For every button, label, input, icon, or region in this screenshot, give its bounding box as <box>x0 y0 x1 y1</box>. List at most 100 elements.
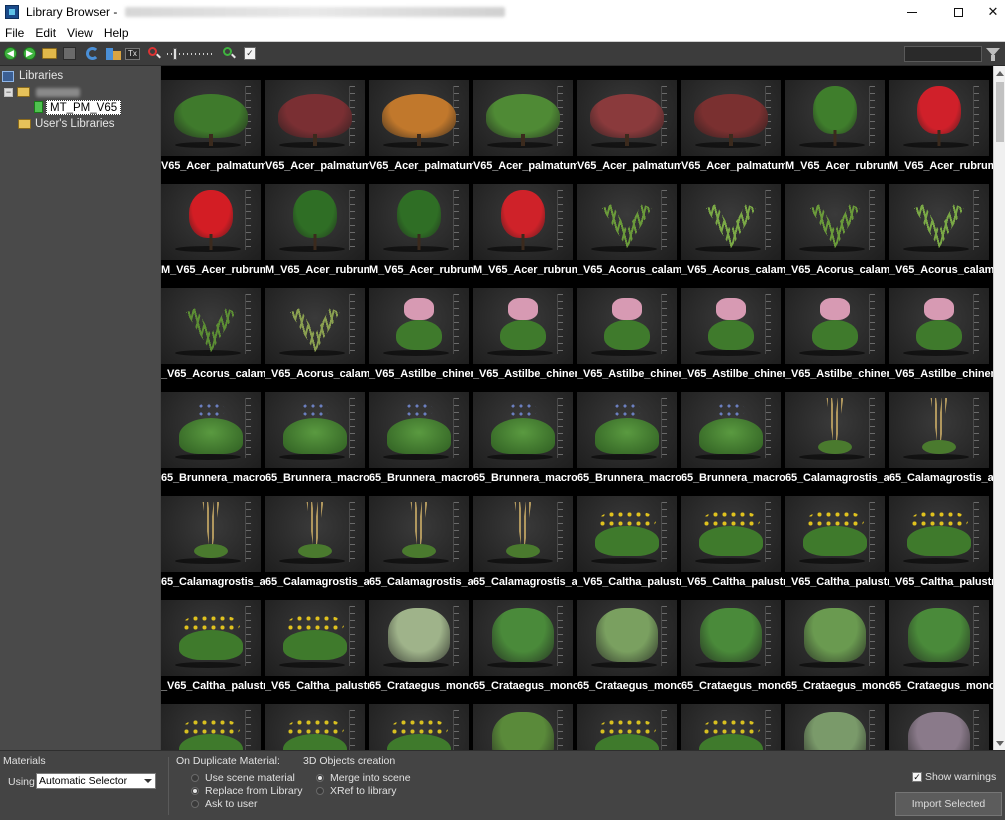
thumbnail-item[interactable]: 65_Brunnera_macroph <box>161 392 265 496</box>
close-button[interactable]: ✕ <box>981 0 1005 24</box>
tree-node-user-libraries[interactable]: User's Libraries <box>18 116 115 132</box>
thumbnail-item[interactable]: M_V65_Acer_rubrum_l <box>265 184 369 288</box>
scale-ruler <box>869 398 875 458</box>
thumbnail-item[interactable]: _V65_Astilbe_chinensi <box>577 288 681 392</box>
thumbnail-item[interactable]: _V65_Acorus_calamus <box>577 184 681 288</box>
scroll-up-button[interactable] <box>994 66 1005 80</box>
thumbnail-item[interactable]: 65_Crataegus_monogy <box>369 600 473 704</box>
open-folder-button[interactable] <box>42 46 57 62</box>
zoom-out-button[interactable] <box>147 46 161 62</box>
thumbnail-item[interactable]: 65_Brunnera_macroph <box>473 392 577 496</box>
thumbnail-item[interactable]: _V65_Acorus_calamus <box>681 184 785 288</box>
thumbnail-item[interactable]: M_V65_Acer_rubrum_l <box>161 184 265 288</box>
thumbnail-item[interactable]: _V65_Astilbe_chinensi <box>369 288 473 392</box>
thumbnail-item[interactable]: 65_Calamagrostis_acuti <box>265 496 369 600</box>
thumbnail-item[interactable]: 65_Crataegus_monogy <box>681 600 785 704</box>
radio-xref-to-library[interactable] <box>316 787 324 795</box>
show-warnings-checkbox[interactable]: ✓ <box>912 772 922 782</box>
scroll-thumb[interactable] <box>996 82 1004 142</box>
thumbnail-item[interactable]: 65_Calamagrostis_acuti <box>161 496 265 600</box>
menu-file[interactable]: File <box>0 26 30 40</box>
thumbnail-item[interactable]: 65_Calamagrostis_acuti <box>369 496 473 600</box>
menu-view[interactable]: View <box>62 26 99 40</box>
thumbnail-item[interactable]: M_V65_Acer_rubrum_l <box>785 80 889 184</box>
thumbnail-item[interactable]: 65_Crataegus_monogy <box>577 600 681 704</box>
thumbnail-item[interactable]: _V65_Astilbe_chinensi <box>785 288 889 392</box>
collapse-icon[interactable]: − <box>4 87 13 97</box>
thumbnail-item[interactable] <box>473 704 577 750</box>
material-selector-dropdown[interactable]: Automatic Selector <box>36 773 156 789</box>
thumbnail-item[interactable]: 65_Calamagrostis_acuti <box>889 392 993 496</box>
thumbnail-item[interactable]: 65_Brunnera_macroph <box>681 392 785 496</box>
fill-button[interactable] <box>105 46 123 62</box>
thumbnail-item[interactable]: 65_Crataegus_monogy <box>473 600 577 704</box>
thumbnail-item[interactable]: M_V65_Acer_rubrum_l <box>473 184 577 288</box>
thumbnail-item[interactable] <box>265 704 369 750</box>
thumbnail-item[interactable]: V65_Acer_palmatum_v <box>681 80 785 184</box>
forward-button[interactable]: ▶ <box>23 46 36 62</box>
thumbnail-item[interactable]: _V65_Caltha_palustris <box>889 496 993 600</box>
thumbnail-item[interactable]: _V65_Astilbe_chinensi <box>473 288 577 392</box>
thumbnail-item[interactable]: _V65_Caltha_palustris <box>681 496 785 600</box>
thumbnail-item[interactable] <box>785 704 889 750</box>
thumbnail-item[interactable]: V65_Acer_palmatum_v <box>265 80 369 184</box>
thumbnail-item[interactable]: 65_Crataegus_monogy <box>785 600 889 704</box>
thumbnail-item[interactable] <box>161 704 265 750</box>
thumbnail-label: 65_Calamagrostis_acuti <box>473 574 577 590</box>
thumbnail-item[interactable]: _V65_Acorus_calamus <box>161 288 265 392</box>
thumbnail-item[interactable]: 65_Calamagrostis_acuti <box>785 392 889 496</box>
thumbnail-grid-area[interactable]: V65_Acer_palmatum_vV65_Acer_palmatum_vV6… <box>161 66 993 750</box>
thumbnail-item[interactable]: 65_Brunnera_macroph <box>369 392 473 496</box>
thumbnail-item[interactable]: 65_Crataegus_monogy <box>889 600 993 704</box>
thumbnail-item[interactable] <box>369 704 473 750</box>
thumbnail-size-slider[interactable] <box>166 47 215 60</box>
slider-thumb[interactable] <box>172 47 177 60</box>
scroll-down-button[interactable] <box>994 736 1005 750</box>
refresh-button[interactable] <box>86 46 99 62</box>
radio-ask-to-user[interactable] <box>191 800 199 808</box>
radio-replace-from-library[interactable] <box>191 787 199 795</box>
check-button[interactable]: ✓ <box>243 46 256 62</box>
thumbnail-item[interactable]: _V65_Caltha_palustris <box>785 496 889 600</box>
radio-merge-into-scene[interactable] <box>316 774 324 782</box>
text-button[interactable]: Tx <box>125 46 140 62</box>
thumbnail-item[interactable] <box>889 704 993 750</box>
maximize-button[interactable] <box>935 0 981 24</box>
tree-node-selected[interactable]: MT_PM_V65 <box>34 99 122 115</box>
import-selected-button[interactable]: Import Selected <box>895 792 1002 816</box>
filter-icon[interactable] <box>986 47 1000 61</box>
save-button[interactable] <box>63 46 76 62</box>
menu-edit[interactable]: Edit <box>30 26 62 40</box>
thumbnail-item[interactable] <box>681 704 785 750</box>
ground-shadow <box>279 662 345 668</box>
thumbnail-item[interactable]: _V65_Acorus_calamus <box>265 288 369 392</box>
thumbnail-item[interactable] <box>577 704 681 750</box>
back-button[interactable]: ◀ <box>4 46 17 62</box>
thumbnail-item[interactable]: _V65_Caltha_palustris <box>265 600 369 704</box>
thumbnail-item[interactable]: V65_Acer_palmatum_v <box>577 80 681 184</box>
thumbnail-item[interactable]: 65_Brunnera_macroph <box>265 392 369 496</box>
search-input[interactable] <box>904 46 982 62</box>
tree-root[interactable]: Libraries <box>2 68 63 84</box>
thumbnail-item[interactable]: 65_Calamagrostis_acuti <box>473 496 577 600</box>
minimize-button[interactable] <box>889 0 935 24</box>
radio-use-scene-material[interactable] <box>191 774 199 782</box>
thumbnail-item[interactable]: _V65_Acorus_calamus <box>785 184 889 288</box>
thumbnail-item[interactable]: 65_Brunnera_macroph <box>577 392 681 496</box>
thumbnail-item[interactable]: _V65_Caltha_palustris <box>577 496 681 600</box>
tree-node-blurred[interactable]: − <box>4 84 80 100</box>
thumbnail-item[interactable]: M_V65_Acer_rubrum_l <box>369 184 473 288</box>
thumbnail-item[interactable]: M_V65_Acer_rubrum_l <box>889 80 993 184</box>
menu-help[interactable]: Help <box>99 26 135 40</box>
zoom-in-button[interactable] <box>222 46 236 62</box>
thumbnail-item[interactable]: V65_Acer_palmatum_v <box>369 80 473 184</box>
thumbnail-label: _V65_Astilbe_chinensi <box>473 366 577 382</box>
thumbnail-item[interactable]: V65_Acer_palmatum_v <box>473 80 577 184</box>
thumbnail-item[interactable]: _V65_Astilbe_chinensi <box>681 288 785 392</box>
thumbnail-item[interactable]: _V65_Caltha_palustris <box>161 600 265 704</box>
thumbnail-item[interactable]: _V65_Acorus_calamus <box>889 184 993 288</box>
thumbnail-label: M_V65_Acer_rubrum_l <box>161 262 265 278</box>
vertical-scrollbar[interactable] <box>993 66 1005 750</box>
thumbnail-item[interactable]: V65_Acer_palmatum_v <box>161 80 265 184</box>
thumbnail-item[interactable]: _V65_Astilbe_chinensi <box>889 288 993 392</box>
